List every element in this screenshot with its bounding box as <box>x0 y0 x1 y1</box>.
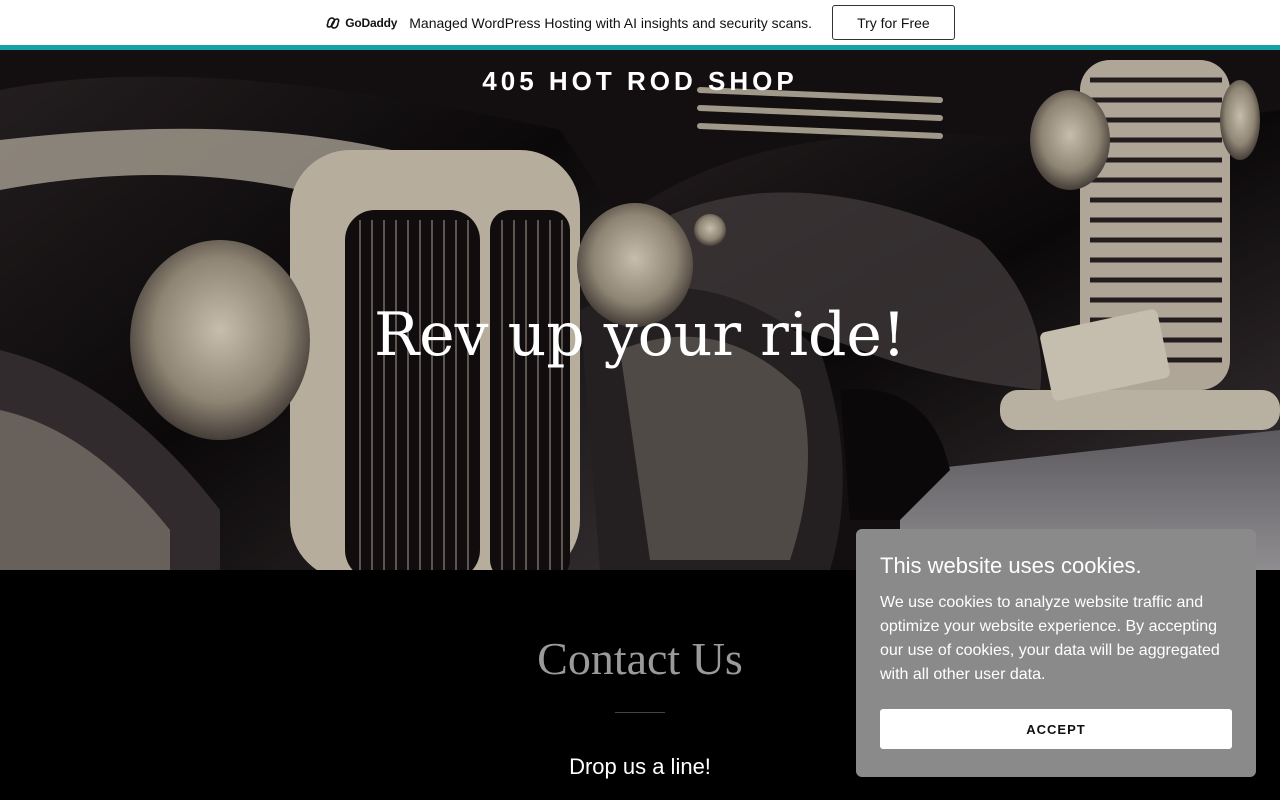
site-title[interactable]: 405 HOT ROD SHOP <box>0 66 1280 97</box>
promo-text: Managed WordPress Hosting with AI insigh… <box>409 14 813 31</box>
godaddy-logo-text: GoDaddy <box>345 15 398 30</box>
try-for-free-button[interactable]: Try for Free <box>832 5 955 40</box>
godaddy-logo[interactable]: GoDaddy <box>325 15 397 31</box>
cookie-title: This website uses cookies. <box>880 553 1142 578</box>
cookie-body: We use cookies to analyze website traffi… <box>880 594 1220 683</box>
section-divider <box>615 712 665 713</box>
hero-tagline: Rev up your ride! <box>373 300 907 370</box>
promo-banner: GoDaddy Managed WordPress Hosting with A… <box>0 0 1280 45</box>
hero-section: 405 HOT ROD SHOP Rev up your ride! <box>0 50 1280 570</box>
accept-cookies-button[interactable]: ACCEPT <box>880 709 1232 749</box>
cookie-consent-panel: This website uses cookies. We use cookie… <box>856 529 1256 777</box>
godaddy-logo-icon <box>326 16 340 29</box>
